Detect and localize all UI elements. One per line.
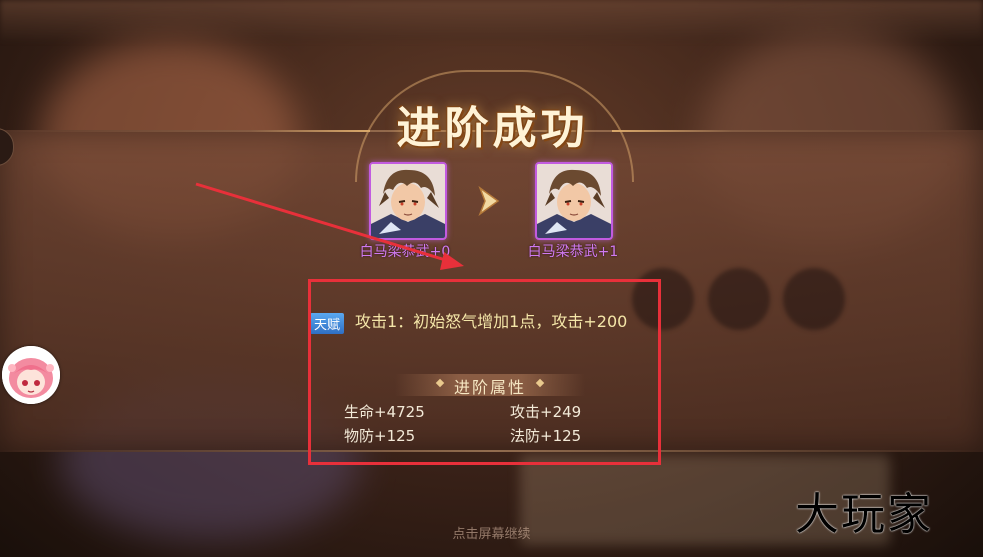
anime-girl-avatar-icon [2, 346, 60, 404]
assistant-avatar[interactable] [2, 346, 60, 404]
background-slot [708, 268, 770, 330]
annotation-arrow-icon [195, 182, 464, 270]
hero-name-after: 白马梁恭武+1 [527, 244, 619, 260]
title-ornament-line [250, 130, 370, 132]
hero-portrait-image [537, 164, 611, 238]
game-screen[interactable]: 进阶成功 白马梁恭武+0 白马梁恭武+1 天赋 攻击1：初始怒气增加1点，攻击+… [0, 0, 983, 557]
title-ornament-line [612, 130, 732, 132]
watermark-logo: 大玩家 [795, 489, 933, 540]
hero-portrait-after [535, 162, 613, 240]
annotation-highlight-box [308, 279, 661, 465]
page-title: 进阶成功 [396, 103, 589, 154]
background-slot [783, 268, 845, 330]
tap-to-continue-hint[interactable]: 点击屏幕继续 [380, 523, 603, 542]
